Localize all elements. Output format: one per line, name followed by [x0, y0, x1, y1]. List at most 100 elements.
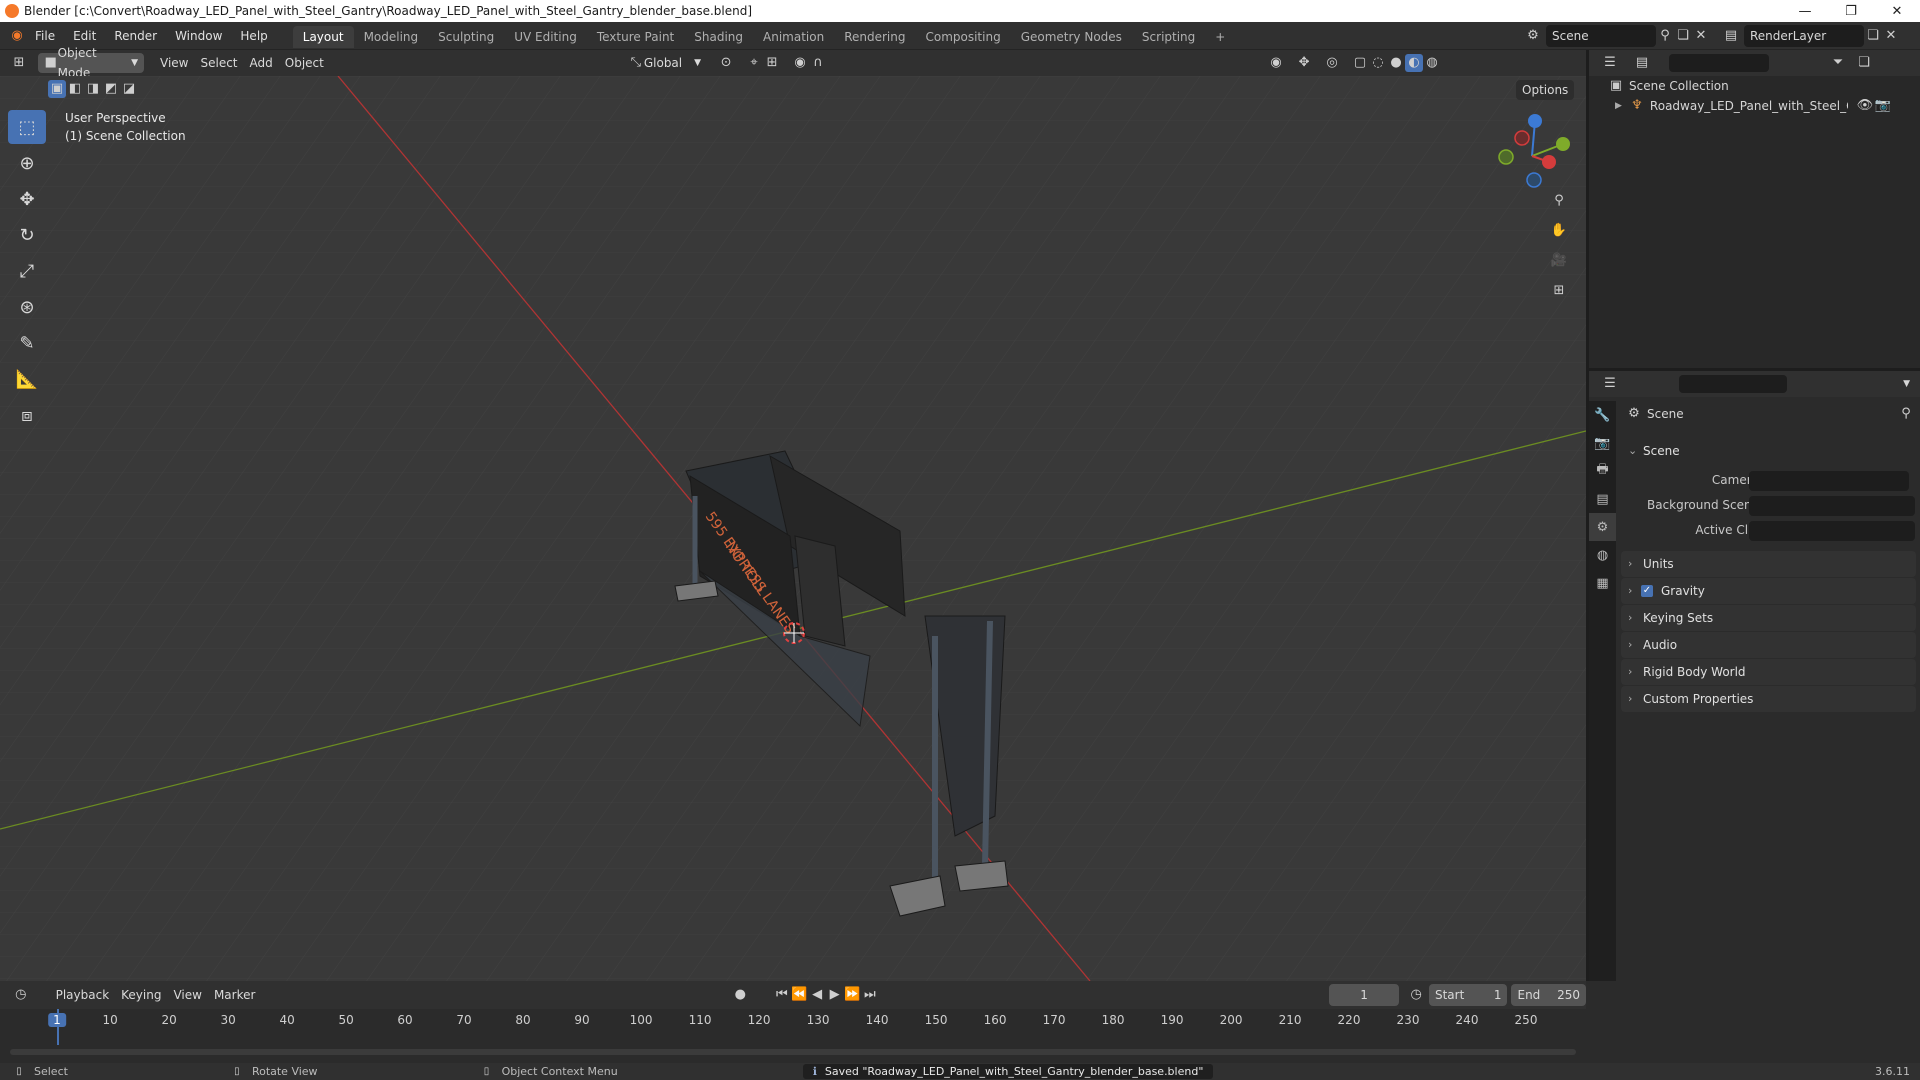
menu-timeline-view[interactable]: View	[167, 985, 207, 1005]
minimize-button[interactable]: —	[1782, 0, 1828, 22]
jump-end-icon[interactable]: ⏭	[861, 986, 879, 1004]
panel-units[interactable]: › Units	[1621, 551, 1916, 577]
menu-playback[interactable]: Playback	[50, 985, 116, 1005]
play-reverse-icon[interactable]: ◀	[808, 986, 826, 1004]
transform-orientation-dropdown[interactable]: ⤡ Global ▼	[622, 53, 707, 73]
active-clip-field[interactable]	[1749, 521, 1915, 541]
editor-type-icon[interactable]: ⊞	[10, 54, 28, 72]
3d-viewport[interactable]: 595 EXPRESS LANES NO TOLL User Perspecti…	[0, 76, 1586, 981]
properties-editor-icon[interactable]: ☰	[1601, 375, 1619, 393]
tab-shading[interactable]: Shading	[684, 26, 753, 48]
panel-keying-sets[interactable]: › Keying Sets	[1621, 605, 1916, 631]
menu-add[interactable]: Add	[244, 53, 279, 73]
falloff-icon[interactable]: ∩	[809, 54, 827, 72]
play-icon[interactable]: ▶	[826, 986, 844, 1004]
start-frame-field[interactable]: Start 1	[1428, 984, 1508, 1006]
render-camera-icon[interactable]: 📷	[1874, 97, 1892, 115]
timeline-scrollbar[interactable]	[10, 1049, 1576, 1055]
pivot-icon[interactable]: ⊙	[717, 54, 735, 72]
blender-menu-icon[interactable]: ◉	[8, 27, 26, 45]
tab-scripting[interactable]: Scripting	[1132, 26, 1205, 48]
panel-audio[interactable]: › Audio	[1621, 632, 1916, 658]
pan-hand-icon[interactable]: ✋	[1550, 222, 1568, 240]
view-layer-field[interactable]: RenderLayer	[1744, 25, 1864, 47]
panel-rigid-body-world[interactable]: › Rigid Body World	[1621, 659, 1916, 685]
measure-tool-icon[interactable]: 📐	[8, 362, 46, 396]
snap-target-icon[interactable]: ⊞	[763, 54, 781, 72]
select-invert-icon[interactable]: ◩	[102, 80, 120, 98]
add-cube-tool-icon[interactable]: ⧈	[8, 398, 46, 432]
wireframe-shading-icon[interactable]: ◌	[1369, 54, 1387, 72]
mode-dropdown[interactable]: ■ Object Mode ▼	[38, 46, 144, 80]
tab-layout[interactable]: Layout	[292, 26, 354, 48]
menu-window[interactable]: Window	[166, 22, 231, 50]
tab-rendering[interactable]: Rendering	[834, 26, 915, 48]
new-collection-icon[interactable]: ❏	[1855, 54, 1873, 72]
gravity-checkbox[interactable]: ✓	[1641, 585, 1653, 597]
menu-keying[interactable]: Keying	[115, 985, 167, 1005]
texture-tab-icon[interactable]: ▦	[1589, 569, 1616, 597]
proportional-edit-icon[interactable]: ◉	[791, 54, 809, 72]
display-mode-icon[interactable]: ▤	[1633, 54, 1651, 72]
view-layer-icon[interactable]: ▤	[1722, 27, 1740, 45]
next-keyframe-icon[interactable]: ⏩	[843, 986, 861, 1004]
xray-icon[interactable]: ▢	[1351, 54, 1369, 72]
tab-sculpting[interactable]: Sculpting	[428, 26, 504, 48]
background-scene-field[interactable]	[1749, 496, 1915, 516]
jump-start-icon[interactable]: ⏮	[773, 986, 791, 1004]
camera-field[interactable]	[1749, 471, 1909, 491]
new-view-layer-icon[interactable]: ❏	[1864, 27, 1882, 45]
camera-view-icon[interactable]: 🎥	[1550, 252, 1568, 270]
cursor-tool-icon[interactable]: ⊕	[8, 146, 46, 180]
render-tab-icon[interactable]: 📷	[1589, 429, 1616, 457]
eye-icon[interactable]: 👁	[1856, 97, 1874, 115]
outliner-root-row[interactable]: ▣ Scene Collection	[1607, 76, 1729, 96]
new-scene-icon[interactable]: ❏	[1674, 27, 1692, 45]
rotate-tool-icon[interactable]: ↻	[8, 218, 46, 252]
transform-tool-icon[interactable]: ⊛	[8, 290, 46, 324]
options-dropdown[interactable]: Options	[1516, 80, 1575, 100]
select-subtract-icon[interactable]: ◨	[84, 80, 102, 98]
select-box-tool-icon[interactable]: ⬚	[8, 110, 46, 144]
overlay-icon[interactable]: ◎	[1323, 54, 1341, 72]
outliner-search-input[interactable]	[1669, 54, 1769, 72]
menu-marker[interactable]: Marker	[208, 985, 261, 1005]
menu-object[interactable]: Object	[279, 53, 330, 73]
material-shading-icon[interactable]: ◐	[1405, 54, 1424, 72]
rendered-shading-icon[interactable]: ◍	[1423, 54, 1441, 72]
outliner-editor-icon[interactable]: ☰	[1601, 54, 1619, 72]
clock-icon[interactable]: ◷	[1407, 986, 1425, 1004]
close-button[interactable]: ✕	[1874, 0, 1920, 22]
record-icon[interactable]: ●	[731, 986, 749, 1004]
timeline-editor-icon[interactable]: ◷	[12, 986, 30, 1004]
select-intersect-icon[interactable]: ◪	[120, 80, 138, 98]
zoom-icon[interactable]: ⚲	[1550, 192, 1568, 210]
ortho-grid-icon[interactable]: ⊞	[1550, 282, 1568, 300]
menu-select[interactable]: Select	[194, 53, 243, 73]
move-tool-icon[interactable]: ✥	[8, 182, 46, 216]
expand-arrow-icon[interactable]: ▶	[1615, 101, 1622, 111]
menu-help[interactable]: Help	[231, 22, 276, 50]
delete-view-layer-icon[interactable]: ✕	[1882, 27, 1900, 45]
delete-scene-icon[interactable]: ✕	[1692, 27, 1710, 45]
select-new-icon[interactable]: ▣	[48, 80, 66, 98]
scale-tool-icon[interactable]: ⤢	[8, 254, 46, 288]
tab-modeling[interactable]: Modeling	[354, 26, 429, 48]
properties-search-input[interactable]	[1679, 375, 1787, 393]
prev-keyframe-icon[interactable]: ⏪	[791, 986, 809, 1004]
chevron-down-icon[interactable]: ▼	[1903, 379, 1910, 389]
pin-icon[interactable]: ⚲	[1656, 27, 1674, 45]
tab-compositing[interactable]: Compositing	[915, 26, 1010, 48]
scene-section-header[interactable]: ⌄ Scene	[1621, 438, 1916, 464]
tab-uv-editing[interactable]: UV Editing	[504, 26, 587, 48]
maximize-button[interactable]: ❐	[1828, 0, 1874, 22]
outliner-item-row[interactable]: ▶ ♆ Roadway_LED_Panel_with_Steel_Gantry …	[1615, 96, 1915, 116]
panel-custom-properties[interactable]: › Custom Properties	[1621, 686, 1916, 712]
current-frame-field[interactable]: 1	[1328, 984, 1400, 1006]
select-extend-icon[interactable]: ◧	[66, 80, 84, 98]
panel-gravity[interactable]: › ✓ Gravity	[1621, 578, 1916, 604]
timeline-ruler[interactable]: 1 10 20 30 40 50 60 70 80 90 100 110 120 130 140 150 160…	[0, 1009, 1586, 1045]
solid-shading-icon[interactable]: ●	[1387, 54, 1405, 72]
tab-geometry-nodes[interactable]: Geometry Nodes	[1011, 26, 1132, 48]
pin-icon[interactable]: ⚲	[1897, 405, 1915, 423]
